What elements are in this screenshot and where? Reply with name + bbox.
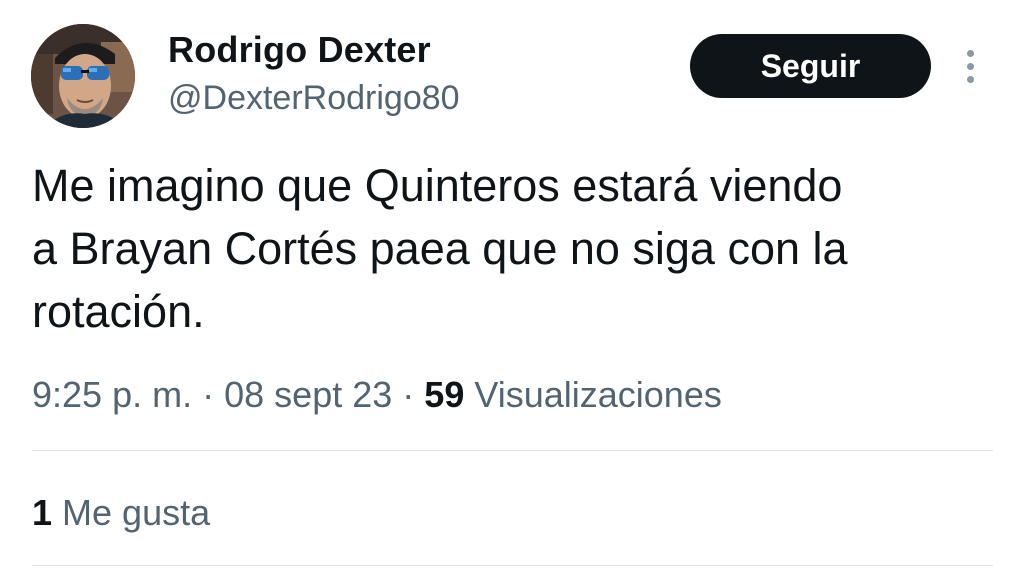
tweet-text: Me imagino que Quinteros estará viendo a… [32, 160, 848, 337]
tweet-time[interactable]: 9:25 p. m. [32, 374, 192, 415]
divider [32, 565, 993, 566]
meta-separator: · [202, 374, 215, 415]
likes-count: 1 [32, 492, 53, 533]
views-count: 59 [424, 374, 465, 415]
more-vertical-icon[interactable] [958, 46, 982, 86]
tweet-card: Rodrigo Dexter @DexterRodrigo80 Seguir M… [0, 0, 1024, 568]
follow-button[interactable]: Seguir [690, 34, 931, 98]
likes-label: Me gusta [62, 492, 211, 533]
more-dot [967, 76, 974, 83]
views-label: Visualizaciones [474, 374, 722, 415]
more-dot [967, 63, 974, 70]
avatar[interactable] [31, 24, 135, 128]
author-name[interactable]: Rodrigo Dexter [168, 28, 431, 72]
tweet-meta: 9:25 p. m. · 08 sept 23 · 59 Visualizaci… [32, 371, 722, 419]
author-handle[interactable]: @DexterRodrigo80 [168, 76, 460, 120]
likes-stat[interactable]: 1 Me gusta [32, 489, 210, 537]
avatar-image [31, 24, 135, 128]
divider [32, 450, 993, 451]
more-dot [967, 50, 974, 57]
meta-separator: · [402, 374, 415, 415]
tweet-date[interactable]: 08 sept 23 [224, 374, 392, 415]
